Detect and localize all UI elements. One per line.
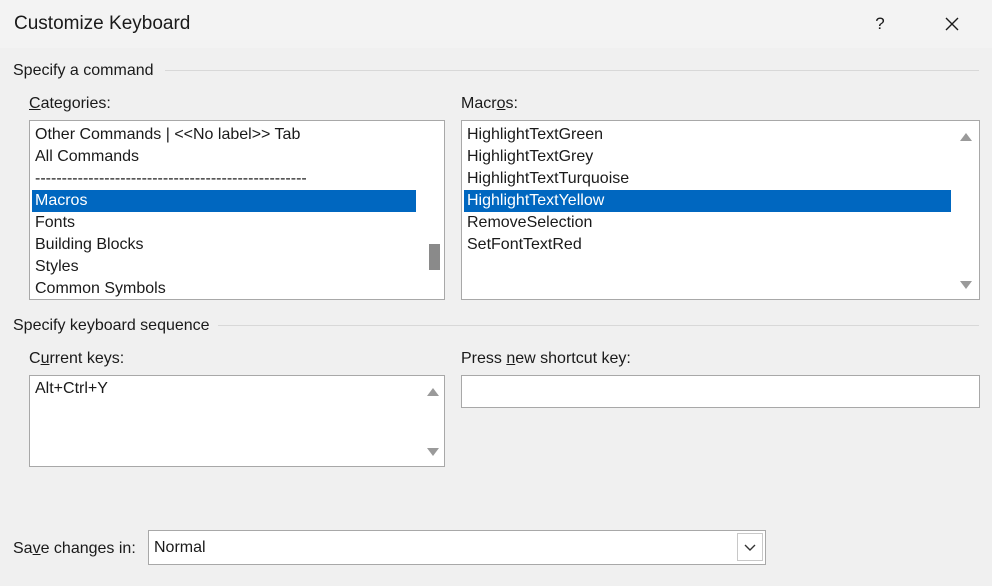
macros-listbox[interactable]: HighlightTextGreen HighlightTextGrey Hig… [461,120,980,300]
categories-scrollbar[interactable] [422,121,444,299]
list-item[interactable]: HighlightTextGrey [464,146,952,168]
save-changes-value: Normal [154,539,206,556]
list-item[interactable]: HighlightTextGreen [464,124,952,146]
scroll-up-arrow-icon[interactable] [427,388,439,396]
list-item[interactable]: ----------------------------------------… [32,168,418,190]
current-keys-scrollbar[interactable] [422,376,444,466]
list-item[interactable]: Styles [32,256,418,278]
categories-listbox[interactable]: Other Commands | <<No label>> Tab All Co… [29,120,445,300]
macros-scrollbar[interactable] [955,121,977,299]
keyboard-group-divider [218,325,979,326]
macros-label: Macros: [461,95,518,112]
chevron-down-icon [744,544,756,551]
list-item[interactable]: SetFontTextRed [464,234,952,256]
close-icon [945,17,959,31]
list-item[interactable]: Building Blocks [32,234,418,256]
help-button[interactable]: ? [862,8,898,40]
new-shortcut-input[interactable] [461,375,980,408]
categories-label: Categories: [29,95,111,112]
title-bar: Customize Keyboard ? [0,0,992,48]
new-shortcut-label: Press new shortcut key: [461,350,631,367]
list-item[interactable]: Other Commands | <<No label>> Tab [32,124,418,146]
question-mark-icon: ? [875,14,885,33]
save-changes-label: Save changes in: [13,540,136,557]
dialog-title: Customize Keyboard [14,13,191,34]
list-item[interactable]: All Commands [32,146,418,168]
list-item[interactable]: HighlightTextTurquoise [464,168,952,190]
current-keys-label: Current keys: [29,350,125,367]
list-item-selected[interactable]: Macros [32,190,416,212]
list-item[interactable]: Fonts [32,212,418,234]
list-item[interactable]: RemoveSelection [464,212,952,234]
list-item-selected[interactable]: HighlightTextYellow [464,190,951,212]
save-changes-select[interactable]: Normal [148,530,766,565]
close-button[interactable] [932,8,972,40]
scrollbar-thumb[interactable] [429,244,440,270]
scroll-down-arrow-icon[interactable] [427,448,439,456]
command-group-divider [165,70,979,71]
keyboard-group-legend: Specify keyboard sequence [13,317,210,334]
list-item[interactable]: Common Symbols [32,278,418,299]
scroll-down-arrow-icon[interactable] [960,281,972,289]
list-item[interactable]: Alt+Ctrl+Y [32,378,418,400]
dropdown-button[interactable] [737,533,763,561]
scroll-up-arrow-icon[interactable] [960,133,972,141]
command-group-legend: Specify a command [13,62,154,79]
current-keys-listbox[interactable]: Alt+Ctrl+Y [29,375,445,467]
